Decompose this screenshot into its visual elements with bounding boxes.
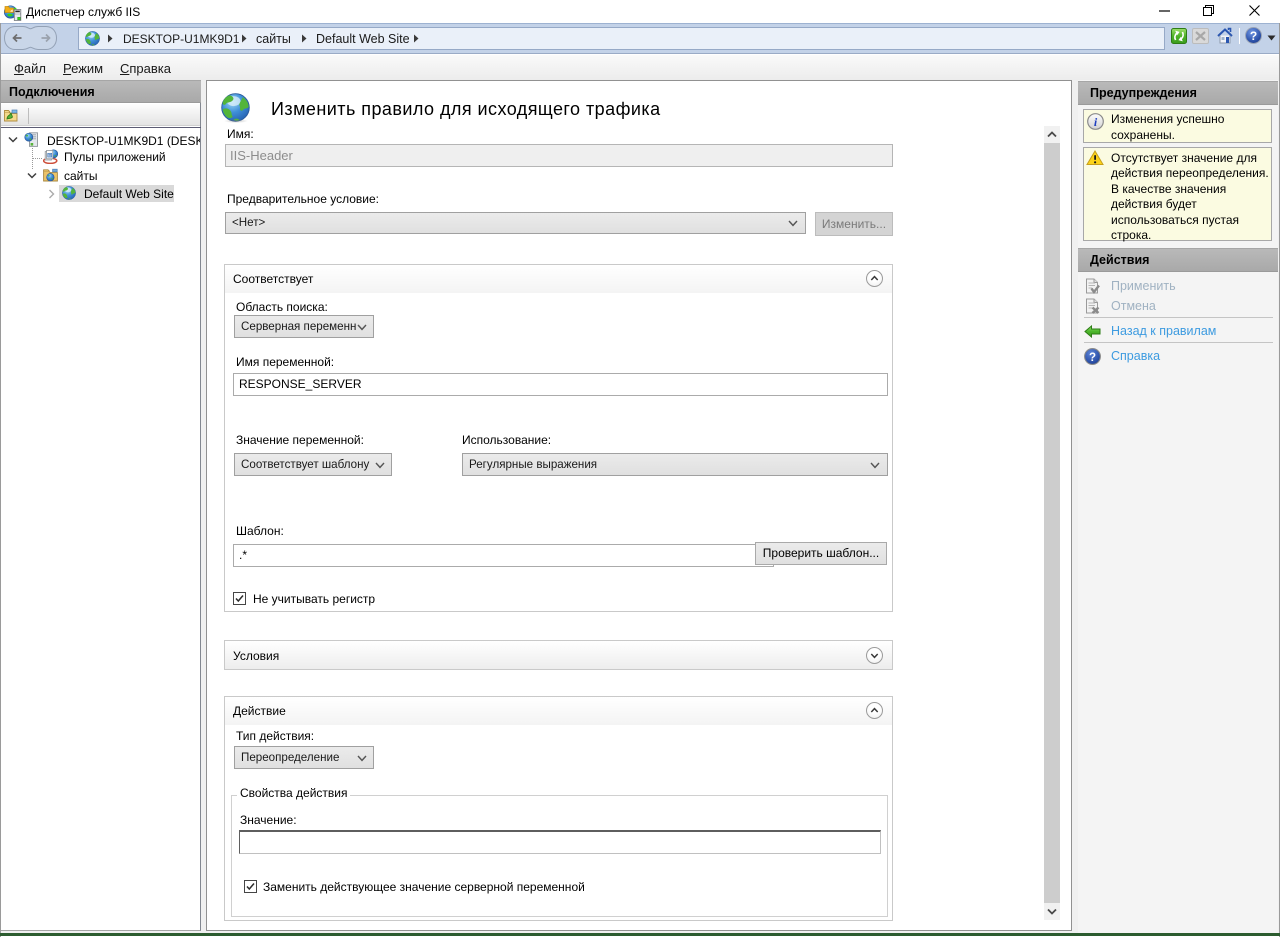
svg-text:?: ? xyxy=(1250,29,1257,43)
svg-text:?: ? xyxy=(1089,352,1096,364)
